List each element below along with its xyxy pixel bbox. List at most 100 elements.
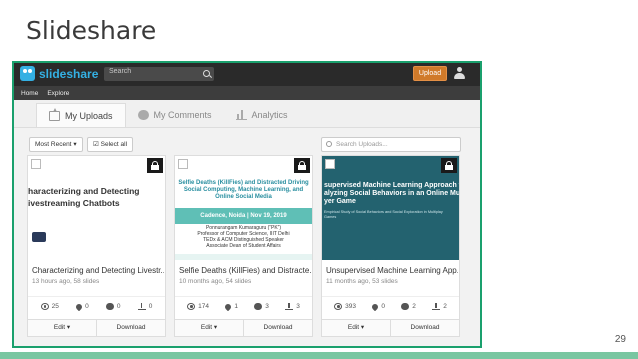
likes-count: 0 — [381, 303, 385, 310]
slide-thumbnail[interactable]: haracterizing and Detecting ivestreaming… — [28, 156, 165, 260]
comments-stat: 0 — [105, 303, 121, 310]
thumb-title-line: yer Game — [324, 198, 356, 205]
eye-icon — [187, 303, 196, 310]
logo-text: slideshare — [39, 66, 99, 81]
comment-icon — [254, 303, 263, 310]
upload-icon — [49, 107, 60, 121]
thumb-band: Cadence, Noida | Nov 19, 2019 — [175, 208, 312, 224]
card-stats: 393 0 2 2 — [322, 296, 459, 316]
card-actions: Edit ▾ Download — [28, 319, 165, 336]
card-meta: 10 months ago, 54 slides — [179, 278, 252, 285]
tab-label: My Comments — [153, 110, 212, 120]
bottom-accent-bar — [0, 352, 638, 359]
slide-thumbnail[interactable]: supervised Machine Learning Approach to … — [322, 156, 459, 260]
heart-icon — [74, 302, 84, 311]
search-icon — [326, 141, 332, 147]
tab-bar: My Uploads My Comments Analytics — [14, 100, 480, 128]
slide-thumbnail[interactable]: Selfie Deaths (KillFies) and Distracted … — [175, 156, 312, 260]
download-button[interactable]: Download — [96, 320, 165, 336]
comment-icon — [105, 303, 114, 310]
slide: Slideshare slideshare Search Upload Home… — [0, 0, 638, 359]
upload-card[interactable]: supervised Machine Learning Approach to … — [321, 155, 460, 337]
checkbox-icon: ☑ — [93, 141, 99, 148]
nav-explore[interactable]: Explore — [47, 90, 69, 97]
sort-label: Most Recent — [35, 141, 72, 148]
downloads-count: 0 — [148, 303, 153, 310]
card-stats: 174 1 3 3 — [175, 296, 312, 316]
select-checkbox[interactable] — [325, 159, 335, 169]
slideshare-screenshot: slideshare Search Upload Home Explore My… — [12, 61, 482, 348]
tab-analytics[interactable]: Analytics — [224, 103, 300, 127]
secondary-nav: Home Explore — [14, 86, 480, 100]
download-button[interactable]: Download — [243, 320, 312, 336]
edit-button[interactable]: Edit ▾ — [322, 320, 390, 336]
views-stat: 25 — [40, 303, 59, 310]
thumb-band-text: Cadence, Noida | Nov 19, 2019 — [200, 213, 287, 219]
card-title[interactable]: Selfie Deaths (KillFies) and Distracte..… — [179, 266, 311, 275]
select-checkbox[interactable] — [31, 159, 41, 169]
card-title[interactable]: Unsupervised Machine Learning App... — [326, 266, 458, 275]
sort-dropdown[interactable]: Most Recent ▾ — [29, 137, 83, 152]
search-icon[interactable] — [203, 70, 210, 77]
thumb-footer — [175, 254, 312, 260]
edit-label: Edit — [347, 324, 360, 331]
page-number: 29 — [614, 334, 626, 345]
likes-count: 1 — [234, 303, 238, 310]
comments-count: 3 — [265, 303, 269, 310]
card-title[interactable]: Characterizing and Detecting Livestr... — [32, 266, 164, 275]
upload-card[interactable]: Selfie Deaths (KillFies) and Distracted … — [174, 155, 313, 337]
search-uploads-placeholder: Search Uploads... — [336, 141, 388, 148]
lock-icon[interactable] — [147, 158, 163, 173]
heart-icon — [371, 302, 380, 311]
views-stat: 393 — [334, 303, 356, 310]
edit-label: Edit — [200, 324, 213, 331]
comments-icon — [137, 110, 149, 120]
downloads-stat: 2 — [432, 303, 447, 310]
select-all-button[interactable]: ☑ Select all — [87, 137, 134, 152]
download-icon — [137, 303, 146, 310]
comment-icon — [401, 303, 410, 310]
likes-stat: 1 — [224, 302, 238, 311]
search-placeholder: Search — [109, 68, 132, 75]
comments-count: 2 — [412, 303, 416, 310]
heart-icon — [224, 302, 233, 311]
download-icon — [432, 303, 441, 310]
search-uploads-input[interactable]: Search Uploads... — [321, 137, 461, 152]
downloads-stat: 3 — [285, 303, 300, 310]
likes-count: 0 — [85, 303, 89, 310]
thumb-subtitle: Empirical Study of Social Behaviors and … — [324, 210, 443, 219]
upload-controls: Most Recent ▾ ☑ Select all Search Upload… — [14, 136, 480, 154]
select-checkbox[interactable] — [178, 159, 188, 169]
slideshare-logo[interactable]: slideshare — [20, 66, 98, 81]
download-button[interactable]: Download — [390, 320, 459, 336]
search-input[interactable]: Search — [104, 67, 214, 81]
tab-my-comments[interactable]: My Comments — [126, 103, 224, 127]
thumb-subtitle-line: Empirical Study of Social Behaviors and … — [324, 210, 443, 214]
thumb-title-line: haracterizing and Detecting — [28, 186, 140, 196]
download-icon — [285, 303, 294, 310]
downloads-count: 2 — [443, 303, 447, 310]
views-stat: 174 — [187, 303, 209, 310]
nav-home[interactable]: Home — [21, 90, 38, 97]
user-icon[interactable] — [454, 67, 465, 80]
likes-stat: 0 — [371, 302, 385, 311]
card-stats: 25 0 0 0 — [28, 296, 165, 316]
institution-logo — [32, 232, 46, 242]
thumb-info: Ponnurangam Kumaraguru (“PK”) Professor … — [175, 225, 312, 249]
views-count: 393 — [345, 303, 357, 310]
comments-stat: 3 — [254, 303, 269, 310]
lock-icon[interactable] — [441, 158, 457, 173]
edit-button[interactable]: Edit ▾ — [175, 320, 243, 336]
lock-icon[interactable] — [294, 158, 310, 173]
slide-title: Slideshare — [26, 16, 157, 45]
card-actions: Edit ▾ Download — [322, 319, 459, 336]
thumb-info-line: Associate Dean of Student Affairs — [206, 243, 281, 249]
edit-button[interactable]: Edit ▾ — [28, 320, 96, 336]
eye-icon — [334, 303, 343, 310]
upload-card[interactable]: haracterizing and Detecting ivestreaming… — [27, 155, 166, 337]
edit-label: Edit — [53, 324, 66, 331]
upload-button[interactable]: Upload — [413, 66, 447, 81]
tab-my-uploads[interactable]: My Uploads — [36, 103, 126, 127]
thumb-title: supervised Machine Learning Approach to … — [324, 182, 459, 206]
caret-down-icon: ▾ — [360, 324, 365, 331]
